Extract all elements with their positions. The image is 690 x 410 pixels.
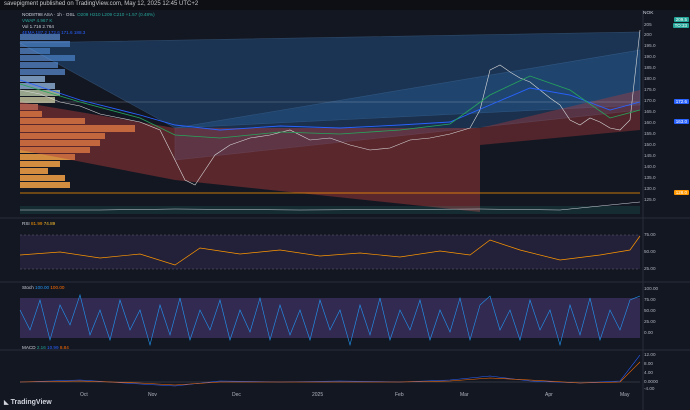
stoch-band bbox=[20, 298, 640, 338]
rsi-tick: 25.00 bbox=[644, 266, 656, 271]
publisher-bar: savepigment published on TradingView.com… bbox=[0, 0, 690, 10]
price-tag-last: 209.5 bbox=[673, 17, 689, 22]
stoch-d-value: 100.00 bbox=[50, 285, 65, 290]
macd-tick: 8.00 bbox=[644, 361, 653, 366]
macd-tick: 12.00 bbox=[644, 352, 656, 357]
stoch-legend: Stoch 100.00 100.00 bbox=[22, 285, 64, 290]
time-tick: May bbox=[620, 392, 630, 398]
time-tick: Nov bbox=[148, 392, 157, 398]
price-tick: 150.0 bbox=[644, 142, 656, 147]
main-legend: NOD8T98 ASA · 1h · OSL O209 H210 L209 C21… bbox=[22, 12, 157, 36]
stoch-title: Stoch bbox=[22, 285, 34, 290]
currency-label: NOK bbox=[643, 11, 654, 16]
stoch-tick: 100.00 bbox=[644, 286, 659, 291]
macd-legend: MACD 2.16 10.99 8.84 bbox=[22, 345, 69, 350]
rsi-legend: RSI 81.99 74.89 bbox=[22, 221, 55, 226]
price-tick: 140.0 bbox=[644, 164, 656, 169]
price-tag-ema1: 172.6 bbox=[673, 99, 689, 104]
macd-line bbox=[19, 354, 641, 387]
price-tick: 195.0 bbox=[644, 43, 656, 48]
price-tick: 135.0 bbox=[644, 175, 656, 180]
rsi-value: 81.99 bbox=[30, 221, 43, 226]
legend-volume: Vol 1.716 2.764 bbox=[22, 24, 54, 29]
macd-hist-value: 2.16 bbox=[36, 345, 46, 350]
price-tick: 180.0 bbox=[644, 76, 656, 81]
macd-title: MACD bbox=[22, 345, 36, 350]
tv-logo-text: TradingView bbox=[10, 399, 52, 406]
stoch-tick: 75.00 bbox=[644, 297, 656, 302]
tradingview-logo[interactable]: ◣ TradingView bbox=[4, 399, 52, 406]
time-tick: Feb bbox=[395, 392, 404, 398]
price-tick: 165.0 bbox=[644, 109, 656, 114]
macd-tick: 0.0000 bbox=[644, 379, 659, 384]
price-tag-ema2: 163.0 bbox=[673, 119, 689, 124]
time-tick: Apr bbox=[545, 392, 553, 398]
macd-tick: 4.00 bbox=[644, 370, 653, 375]
price-tick: 170.0 bbox=[644, 98, 656, 103]
stoch-tick: 25.00 bbox=[644, 319, 656, 324]
time-tick: Dec bbox=[232, 392, 241, 398]
price-tick: 205 bbox=[644, 22, 652, 27]
rsi-tick: 50.00 bbox=[644, 249, 656, 254]
price-tick: 160.0 bbox=[644, 120, 656, 125]
stoch-tick: 50.00 bbox=[644, 308, 656, 313]
legend-vwap: VWAP 4.967 K bbox=[22, 18, 53, 23]
time-tick: Oct bbox=[80, 392, 88, 398]
rsi-tick: 75.00 bbox=[644, 232, 656, 237]
stoch-k-value: 100.00 bbox=[35, 285, 50, 290]
legend-symbol: NOD8T98 ASA · 1h · OSL bbox=[22, 12, 76, 17]
macd-signal-value: 8.84 bbox=[59, 345, 69, 350]
chart-canvas[interactable] bbox=[0, 10, 690, 410]
macd-value: 10.99 bbox=[47, 345, 59, 350]
price-tick: 145.0 bbox=[644, 153, 656, 158]
price-tick: 190.0 bbox=[644, 54, 656, 59]
macd-tick: -4.00 bbox=[644, 386, 655, 391]
price-tick: 155.0 bbox=[644, 131, 656, 136]
time-tick: Mar bbox=[460, 392, 469, 398]
legend-values: O209 H210 L209 C210 +1.57 (0.48%) bbox=[77, 12, 155, 17]
rsi-ma-value: 74.89 bbox=[43, 221, 56, 226]
price-tag-level: 128.0 bbox=[673, 190, 689, 195]
price-tick: 185.0 bbox=[644, 65, 656, 70]
price-tick: 125.0 bbox=[644, 197, 656, 202]
price-tick: 175.0 bbox=[644, 87, 656, 92]
publisher-text: savepigment published on TradingView.com… bbox=[4, 1, 199, 7]
price-tick: 200 bbox=[644, 32, 652, 37]
legend-ema: 4EMA 187.2 172.6 171.6 188.3 bbox=[22, 30, 86, 35]
price-tag-countdown: TO:33 bbox=[672, 23, 689, 28]
rsi-band bbox=[20, 235, 640, 269]
time-tick: 2025 bbox=[312, 392, 324, 398]
tv-logo-icon: ◣ bbox=[4, 400, 9, 406]
rsi-title: RSI bbox=[22, 221, 30, 226]
price-tick: 130.0 bbox=[644, 186, 656, 191]
stoch-tick: 0.00 bbox=[644, 330, 653, 335]
